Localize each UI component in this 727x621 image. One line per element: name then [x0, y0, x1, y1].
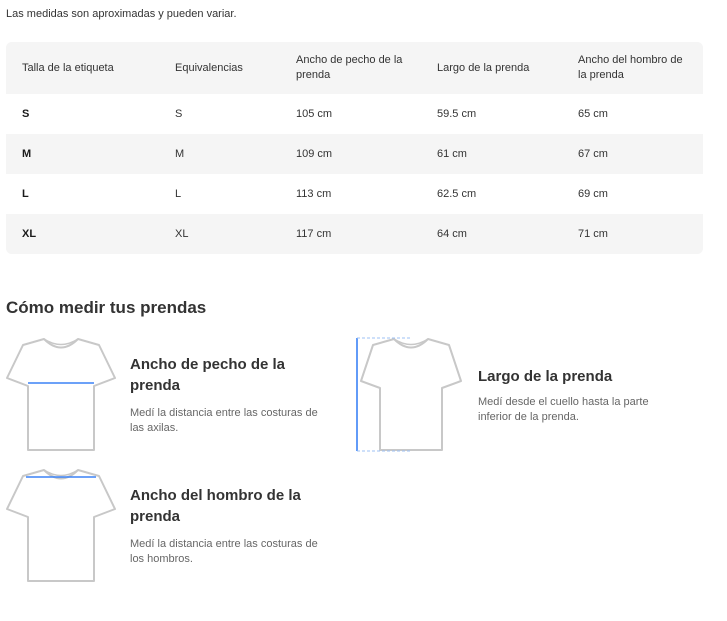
measure-guide-title: Cómo medir tus prendas	[6, 298, 207, 317]
column-header-shoulder-width: Ancho del hombro de la prenda	[578, 54, 683, 81]
table-row: M M 109 cm 61 cm 67 cm	[6, 134, 703, 174]
guide-item-description: Medí la distancia entre las costuras de …	[130, 407, 318, 434]
table-row: XL XL 117 cm 64 cm 71 cm	[6, 214, 703, 254]
length-cell: 62.5 cm	[437, 187, 477, 200]
size-label-cell: S	[22, 107, 30, 120]
chest-width-cell: 105 cm	[296, 107, 333, 120]
tshirt-length-icon	[356, 337, 462, 452]
size-label-cell: M	[22, 147, 32, 160]
equivalence-cell: M	[175, 147, 185, 160]
measurement-note: Las medidas son aproximadas y pueden var…	[6, 8, 237, 20]
tshirt-shoulder-icon	[6, 469, 116, 582]
equivalence-cell: XL	[175, 227, 189, 240]
equivalence-cell: L	[175, 187, 182, 200]
length-cell: 61 cm	[437, 147, 467, 160]
column-header-equivalences: Equivalencias	[175, 61, 243, 74]
shoulder-width-cell: 67 cm	[578, 147, 608, 160]
shoulder-width-cell: 69 cm	[578, 187, 608, 200]
guide-item-shoulder-width: Ancho del hombro de la prenda Medí la di…	[6, 467, 336, 585]
chest-width-cell: 113 cm	[296, 187, 332, 200]
guide-item-title: Largo de la prenda	[478, 368, 613, 385]
guide-item-title: Ancho de pecho de la prenda	[130, 356, 286, 394]
chest-width-cell: 109 cm	[296, 147, 333, 160]
guide-item-description: Medí la distancia entre las costuras de …	[130, 538, 318, 565]
guide-item-chest-width: Ancho de pecho de la prenda Medí la dist…	[6, 336, 336, 454]
table-row: S S 105 cm 59.5 cm 65 cm	[6, 94, 703, 134]
guide-item-description: Medí desde el cuello hasta la parte infe…	[478, 396, 649, 423]
size-label-cell: L	[22, 187, 29, 200]
shoulder-width-cell: 65 cm	[578, 107, 608, 120]
column-header-length: Largo de la prenda	[437, 61, 530, 74]
table-row: L L 113 cm 62.5 cm 69 cm	[6, 174, 703, 214]
guide-item-title: Ancho del hombro de la prenda	[130, 487, 301, 525]
equivalence-cell: S	[175, 107, 183, 120]
size-label-cell: XL	[22, 227, 37, 240]
chest-width-cell: 117 cm	[296, 227, 332, 240]
guide-item-length: Largo de la prenda Medí desde el cuello …	[356, 336, 686, 454]
table-header-row: Talla de la etiqueta Equivalencias Ancho…	[6, 42, 703, 94]
size-table: Talla de la etiqueta Equivalencias Ancho…	[6, 42, 703, 254]
column-header-label-size: Talla de la etiqueta	[22, 61, 114, 74]
shoulder-width-cell: 71 cm	[578, 227, 608, 240]
tshirt-chest-icon	[6, 338, 116, 451]
length-cell: 64 cm	[437, 227, 467, 240]
length-cell: 59.5 cm	[437, 107, 477, 120]
column-header-chest-width: Ancho de pecho de la prenda	[296, 54, 403, 81]
